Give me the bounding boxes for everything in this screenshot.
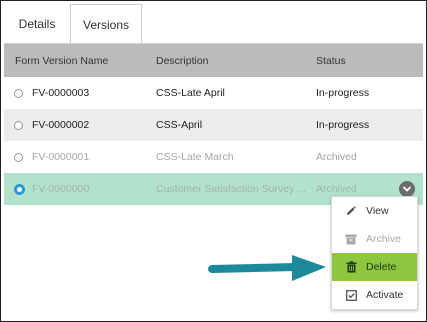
menu-item-activate[interactable]: Activate [332,281,417,309]
row-actions-chevron-down-icon[interactable] [399,181,415,197]
trash-icon [344,260,358,274]
tab-bar: Details Versions [4,4,423,44]
version-status: In-progress [316,87,370,99]
menu-item-delete[interactable]: Delete [332,253,417,281]
menu-item-label: Delete [366,261,397,273]
pencil-icon [344,204,358,218]
version-status: Archived [316,151,357,163]
row-actions-menu: View Archive Delete Activate [331,196,418,310]
checkbox-icon [344,288,358,302]
version-name: FV-0000000 [32,183,90,195]
version-description: CSS-April [156,119,203,131]
table-header: Form Version Name Description Status [4,44,423,77]
menu-item-label: View [366,205,389,217]
menu-item-label: Activate [366,289,404,301]
version-name: FV-0000001 [32,151,90,163]
version-name: FV-0000002 [32,119,90,131]
version-name: FV-0000003 [32,87,90,99]
menu-item-archive[interactable]: Archive [332,225,417,253]
version-description: CSS-Late April [156,87,225,99]
table-row[interactable]: FV-0000002 CSS-April In-progress [4,109,423,141]
menu-item-view[interactable]: View [332,197,417,225]
table-row[interactable]: FV-0000003 CSS-Late April In-progress [4,77,423,109]
tab-details[interactable]: Details [4,4,70,44]
version-description: CSS-Late March [156,151,234,163]
table-row[interactable]: FV-0000001 CSS-Late March Archived [4,141,423,173]
tab-versions[interactable]: Versions [70,4,142,44]
archive-box-icon [344,232,358,246]
version-status: In-progress [316,119,370,131]
column-header-status[interactable]: Status [316,44,346,77]
version-description: Customer Satisfaction Survey ... [156,183,306,195]
row-radio[interactable] [14,88,23,98]
row-radio[interactable] [14,120,23,130]
row-radio-selected[interactable] [14,183,25,195]
pointer-arrow-icon [208,255,326,281]
menu-item-label: Archive [366,233,402,245]
column-header-description[interactable]: Description [156,44,209,77]
row-radio[interactable] [14,152,23,162]
column-header-name[interactable]: Form Version Name [15,44,108,77]
